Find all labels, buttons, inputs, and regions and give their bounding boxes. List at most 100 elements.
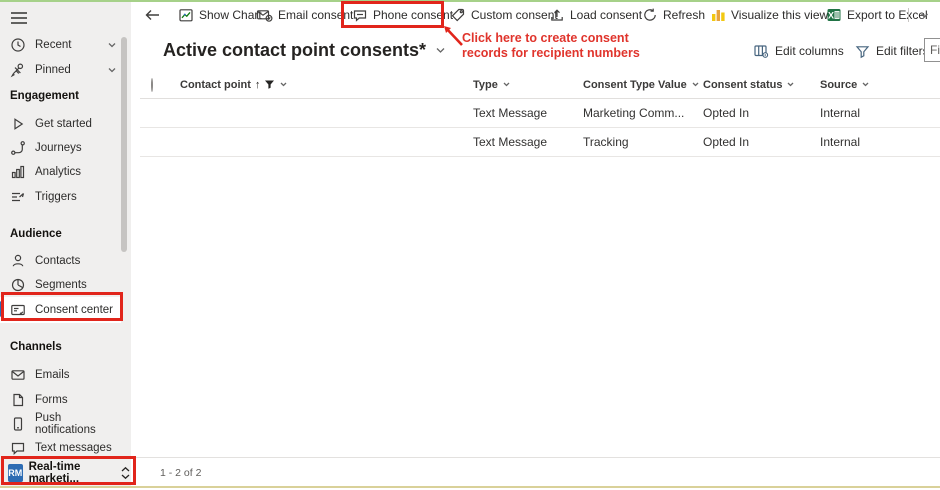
column-header-label: Type xyxy=(473,79,498,91)
segments-icon xyxy=(10,277,26,293)
excel-icon: X xyxy=(826,7,842,23)
sidebar-item-label: Analytics xyxy=(35,166,81,178)
menu-icon[interactable] xyxy=(10,10,28,26)
speech-bubble-icon xyxy=(10,440,26,456)
area-badge: RM xyxy=(8,464,23,482)
sidebar-scrollbar[interactable] xyxy=(121,37,127,252)
toolbar-button-label: Custom consent xyxy=(471,8,558,22)
pin-icon xyxy=(10,62,26,78)
sort-ascending-icon: ↑ xyxy=(255,79,261,91)
select-all-checkbox[interactable] xyxy=(151,78,153,92)
column-header-label: Consent status xyxy=(703,79,782,91)
sidebar-item-journeys[interactable]: Journeys xyxy=(0,136,121,160)
selection-indicator xyxy=(0,301,3,317)
toolbar-button-label: Email consent xyxy=(278,8,353,22)
sidebar-item-label: Get started xyxy=(35,118,92,130)
column-header-type[interactable]: Type xyxy=(473,79,583,91)
column-header-source[interactable]: Source xyxy=(820,79,940,91)
bottom-accent-strip xyxy=(0,486,940,488)
back-arrow-icon xyxy=(144,8,161,22)
toolbar-button-label: Refresh xyxy=(663,8,705,22)
sidebar-item-label: Contacts xyxy=(35,255,80,267)
clock-icon xyxy=(10,37,26,53)
column-header-label: Source xyxy=(820,79,857,91)
page-title: Active contact point consents* xyxy=(163,40,426,61)
sidebar-item-label: Push notifications xyxy=(35,412,121,436)
chevron-down-icon[interactable] xyxy=(106,39,118,51)
sidebar-item-segments[interactable]: Segments xyxy=(0,273,121,297)
show-chart-button[interactable]: Show Chart xyxy=(178,2,262,28)
toolbar-divider xyxy=(908,8,909,22)
table-row[interactable]: Text Message Tracking Opted In Internal xyxy=(140,128,940,157)
load-consent-icon xyxy=(549,7,565,23)
cell-consent-status: Opted In xyxy=(703,135,820,149)
toolbar-button-label: Load consent xyxy=(570,8,642,22)
sidebar-item-text-messages[interactable]: Text messages xyxy=(0,436,121,460)
chevron-down-icon xyxy=(691,80,700,89)
sidebar-item-contacts[interactable]: Contacts xyxy=(0,249,121,273)
sidebar-item-label: Journeys xyxy=(35,142,82,154)
email-consent-icon xyxy=(256,7,273,23)
cell-source: Internal xyxy=(820,135,940,149)
edit-columns-button[interactable]: Edit columns xyxy=(753,40,844,62)
show-chart-icon xyxy=(178,7,194,23)
custom-consent-icon xyxy=(450,7,466,23)
analytics-icon xyxy=(10,164,26,180)
sidebar-item-label: Consent center xyxy=(35,304,113,316)
refresh-icon xyxy=(642,7,658,23)
sidebar-item-pinned[interactable]: Pinned xyxy=(0,58,121,82)
record-count: 1 - 2 of 2 xyxy=(160,467,201,479)
email-consent-button[interactable]: Email consent xyxy=(256,2,353,28)
column-header-consent-status[interactable]: Consent status xyxy=(703,79,820,91)
chevron-down-icon[interactable] xyxy=(106,64,118,76)
sidebar-item-recent[interactable]: Recent xyxy=(0,33,121,57)
edit-columns-icon xyxy=(753,43,769,59)
sidebar-item-forms[interactable]: Forms xyxy=(0,388,121,412)
view-selector[interactable]: Active contact point consents* xyxy=(163,40,447,61)
area-switcher[interactable]: RM Real-time marketi... xyxy=(0,460,131,486)
custom-consent-button[interactable]: Custom consent xyxy=(450,2,558,28)
visualize-view-button[interactable]: Visualize this view xyxy=(711,2,828,28)
sidebar-item-label: Emails xyxy=(35,369,70,381)
column-header-consent-type-value[interactable]: Consent Type Value xyxy=(583,79,703,91)
area-switcher-icon xyxy=(120,466,131,480)
chevron-down-icon xyxy=(786,80,795,89)
sidebar-item-emails[interactable]: Emails xyxy=(0,363,121,387)
person-icon xyxy=(10,253,26,269)
cell-source: Internal xyxy=(820,106,940,120)
cell-type: Text Message xyxy=(473,106,583,120)
phone-consent-button[interactable]: Phone consent xyxy=(352,2,453,28)
sidebar-section-engagement: Engagement xyxy=(10,90,79,102)
table-row[interactable]: Text Message Marketing Comm... Opted In … xyxy=(140,99,940,128)
export-excel-button[interactable]: X Export to Excel xyxy=(826,2,928,28)
sidebar: Recent Pinned Engagement Get started Jou… xyxy=(0,2,131,486)
back-button[interactable] xyxy=(144,2,161,28)
cell-type: Text Message xyxy=(473,135,583,149)
sidebar-item-get-started[interactable]: Get started xyxy=(0,112,121,136)
toolbar-button-label: Show Chart xyxy=(199,8,262,22)
journeys-icon xyxy=(10,140,26,156)
column-header-contact-point[interactable]: Contact point ↑ xyxy=(180,79,473,91)
filter-keyword-input[interactable]: Fi xyxy=(924,38,940,62)
sidebar-item-label: Recent xyxy=(35,39,71,51)
sidebar-section-audience: Audience xyxy=(10,228,62,240)
edit-filters-button[interactable]: Edit filters xyxy=(855,40,929,62)
funnel-icon xyxy=(855,44,870,59)
cell-consent-status: Opted In xyxy=(703,106,820,120)
column-header-label: Contact point xyxy=(180,79,251,91)
sidebar-item-consent-center[interactable]: Consent center xyxy=(0,297,121,323)
triggers-icon xyxy=(10,189,26,205)
phone-consent-icon xyxy=(352,7,368,23)
annotation-line-1: Click here to create consent xyxy=(462,31,672,46)
sidebar-item-push-notifications[interactable]: Push notifications xyxy=(0,412,121,436)
footer-divider xyxy=(131,457,940,458)
toolbar-overflow-button[interactable] xyxy=(918,2,931,28)
sidebar-section-channels: Channels xyxy=(10,341,62,353)
refresh-button[interactable]: Refresh xyxy=(642,2,705,28)
chevron-down-icon xyxy=(502,80,511,89)
sidebar-item-analytics[interactable]: Analytics xyxy=(0,160,121,184)
visualize-icon xyxy=(711,7,726,23)
sidebar-item-triggers[interactable]: Triggers xyxy=(0,185,121,209)
load-consent-button[interactable]: Load consent xyxy=(549,2,642,28)
svg-text:X: X xyxy=(828,11,834,21)
